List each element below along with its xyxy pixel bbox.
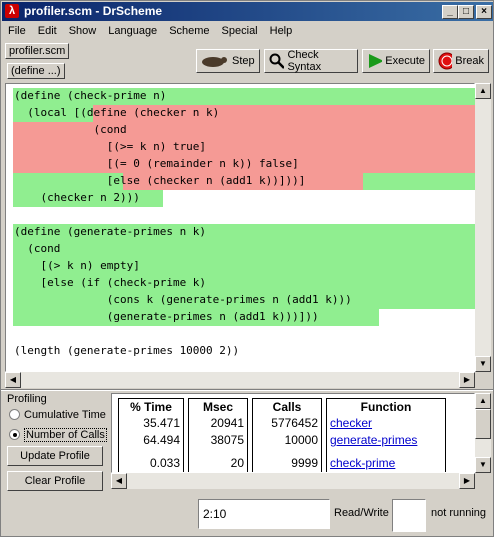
time-cell: 64.494 xyxy=(143,433,180,447)
code-line: (cond xyxy=(14,123,127,136)
calls-header: Calls xyxy=(272,400,302,414)
code-line: [else (if (check-prime k) xyxy=(14,276,207,289)
menu-show[interactable]: Show xyxy=(63,22,103,37)
define-menu-button[interactable]: (define ...) xyxy=(7,63,65,79)
step-button[interactable]: Step xyxy=(196,49,260,73)
read-write-status: Read/Write xyxy=(334,507,389,519)
menu-language[interactable]: Language xyxy=(102,22,163,37)
menu-edit[interactable]: Edit xyxy=(32,22,63,37)
code-line: (generate-primes n (add1 k)))])) xyxy=(14,310,319,323)
running-status: not running xyxy=(431,507,487,519)
check-syntax-label: Check Syntax xyxy=(287,49,322,73)
profile-vertical-scrollbar[interactable]: ▲ ▼ xyxy=(475,393,491,473)
code-line: (cons k (generate-primes n (add1 k))) xyxy=(14,293,352,306)
menu-bar: File Edit Show Language Scheme Special Help xyxy=(2,22,493,42)
run-arrow-icon xyxy=(369,54,383,68)
break-button[interactable]: Break xyxy=(433,49,489,73)
code-line: (cond xyxy=(14,242,61,255)
code-line: (define (generate-primes n k) xyxy=(14,225,207,238)
menu-scheme[interactable]: Scheme xyxy=(163,22,215,37)
scroll-right-icon[interactable]: ▶ xyxy=(459,372,475,388)
cumulative-time-radio[interactable] xyxy=(9,409,20,420)
cursor-position-field: 2:10 xyxy=(198,499,330,529)
coverage-green xyxy=(363,173,477,190)
scroll-thumb[interactable] xyxy=(475,409,491,439)
file-name-button[interactable]: profiler.scm xyxy=(5,43,70,59)
execute-button[interactable]: Execute xyxy=(362,49,430,73)
profile-horizontal-scrollbar[interactable]: ◀ ▶ xyxy=(111,473,475,489)
time-cell: 35.471 xyxy=(143,416,180,430)
number-of-calls-label: Number of Calls xyxy=(24,428,107,442)
code-line: [(= 0 (remainder n k)) false] xyxy=(14,157,299,170)
calls-cell: 9999 xyxy=(291,456,318,470)
stop-sign-icon xyxy=(438,52,453,70)
editor-vertical-scrollbar[interactable]: ▲ ▼ xyxy=(475,83,491,372)
step-label: Step xyxy=(232,55,255,67)
cumulative-time-label: Cumulative Time xyxy=(24,409,106,421)
function-link[interactable]: checker xyxy=(327,415,445,432)
code-line: (checker n 2))) xyxy=(14,191,140,204)
scroll-up-icon[interactable]: ▲ xyxy=(475,393,491,409)
execute-label: Execute xyxy=(385,55,425,67)
maximize-button[interactable]: □ xyxy=(458,5,474,19)
editor-horizontal-scrollbar[interactable]: ◀ ▶ xyxy=(5,372,475,388)
scroll-right-icon[interactable]: ▶ xyxy=(459,473,475,489)
msec-column: Msec 20941 38075 20 xyxy=(188,398,248,472)
lambda-icon: λ xyxy=(5,4,19,18)
scroll-corner xyxy=(475,372,491,388)
menu-special[interactable]: Special xyxy=(216,22,264,37)
time-header: % Time xyxy=(130,400,172,414)
msec-header: Msec xyxy=(202,400,234,414)
clear-profile-button[interactable]: Clear Profile xyxy=(7,471,103,491)
code-line: (length (generate-primes 10000 2)) xyxy=(14,344,240,357)
msec-cell: 38075 xyxy=(210,433,244,447)
profiling-title: Profiling xyxy=(7,393,47,405)
break-label: Break xyxy=(455,55,484,67)
magnifier-icon xyxy=(269,53,285,69)
minimize-button[interactable]: _ xyxy=(442,5,458,19)
code-line: (define (check-prime n) xyxy=(14,89,167,102)
function-link[interactable]: check-prime xyxy=(327,455,445,472)
scroll-down-icon[interactable]: ▼ xyxy=(475,356,491,372)
activity-indicator xyxy=(392,499,426,532)
pane-divider[interactable] xyxy=(1,389,493,391)
scroll-left-icon[interactable]: ◀ xyxy=(5,372,21,388)
number-of-calls-radio[interactable] xyxy=(9,429,20,440)
scroll-down-icon[interactable]: ▼ xyxy=(475,457,491,473)
time-cell: 0.033 xyxy=(149,456,180,470)
msec-cell: 20941 xyxy=(210,416,244,430)
window-title: profiler.scm - DrScheme xyxy=(24,4,163,18)
definitions-editor[interactable]: (define (check-prime n) (local [(define … xyxy=(5,83,477,372)
profile-table: % Time 35.471 64.494 0.033 Msec 20941 38… xyxy=(111,393,475,473)
number-of-calls-option[interactable]: Number of Calls xyxy=(9,428,107,442)
check-syntax-button[interactable]: Check Syntax xyxy=(264,49,358,73)
drscheme-window: λ profiler.scm - DrScheme _ □ × File Edit… xyxy=(0,0,494,537)
code-line: [(>= k n) true] xyxy=(14,140,207,153)
scroll-left-icon[interactable]: ◀ xyxy=(111,473,127,489)
function-column: Function checker generate-primes check-p… xyxy=(326,398,446,472)
menu-help[interactable]: Help xyxy=(264,22,299,37)
calls-cell: 5776452 xyxy=(271,416,318,430)
calls-column: Calls 5776452 10000 9999 xyxy=(252,398,322,472)
title-bar: λ profiler.scm - DrScheme _ □ × xyxy=(2,2,493,21)
msec-cell: 20 xyxy=(230,456,244,470)
cumulative-time-option[interactable]: Cumulative Time xyxy=(9,409,106,421)
code-line: [(> k n) empty] xyxy=(14,259,140,272)
scroll-up-icon[interactable]: ▲ xyxy=(475,83,491,99)
footprint-icon xyxy=(202,57,227,67)
close-button[interactable]: × xyxy=(476,5,492,19)
calls-cell: 10000 xyxy=(284,433,318,447)
function-header: Function xyxy=(360,400,412,414)
time-column: % Time 35.471 64.494 0.033 xyxy=(118,398,184,472)
code-line: [else (checker n (add1 k))]))] xyxy=(14,174,306,187)
code-line: (local [(define (checker n k) xyxy=(14,106,220,119)
menu-file[interactable]: File xyxy=(2,22,32,37)
update-profile-button[interactable]: Update Profile xyxy=(7,446,103,466)
function-link[interactable]: generate-primes xyxy=(327,432,445,449)
coverage-green xyxy=(13,241,477,258)
